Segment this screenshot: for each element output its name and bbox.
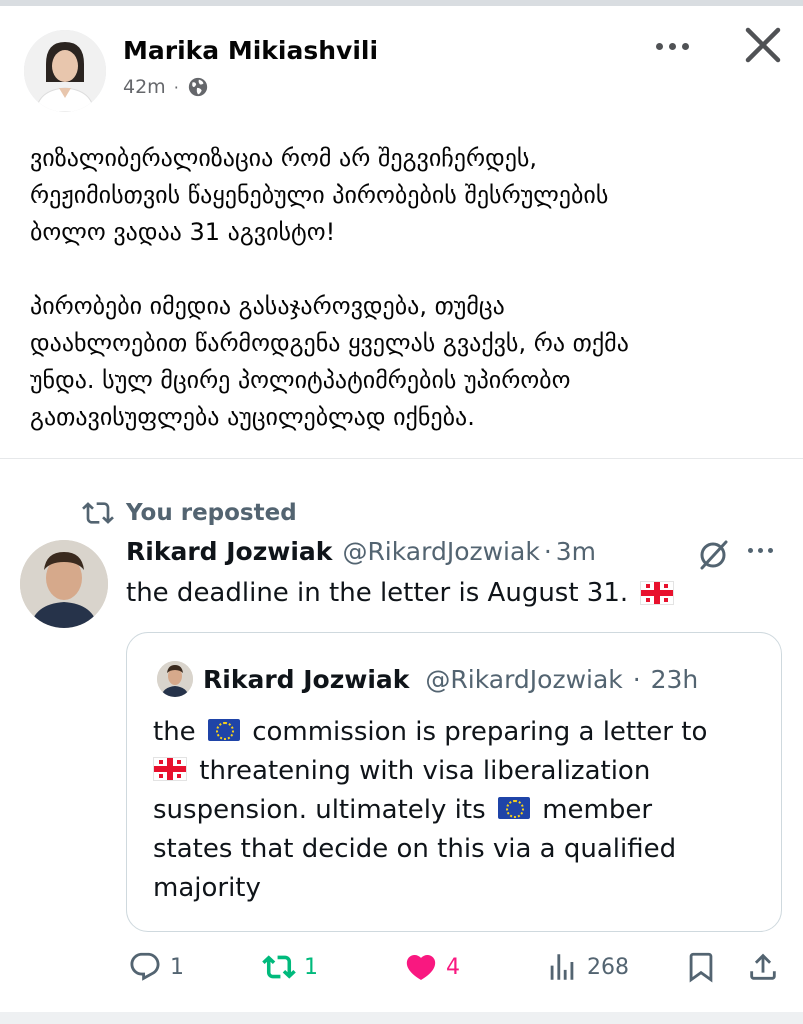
share-icon (750, 953, 776, 980)
tweet-action-bar: 1 1 4 268 (0, 942, 803, 996)
grok-icon[interactable] (696, 538, 730, 572)
top-divider (0, 0, 803, 6)
quoted-author-avatar (157, 661, 193, 697)
post-body: ვიზალიბერალიზაცია რომ არ შეგვიჩერდეს, რე… (30, 140, 775, 473)
quoted-text-segment: states that decide on this via a qualifi… (153, 834, 677, 864)
tweet-handle[interactable]: @RikardJozwiak (342, 537, 539, 566)
bookmark-icon (689, 952, 713, 983)
quoted-time: 23h (650, 665, 699, 694)
tweet-more-icon[interactable] (748, 548, 773, 553)
quoted-text-segment: threatening with visa liberalization (199, 756, 651, 786)
post-meta: 42m · (123, 76, 209, 98)
author-name[interactable]: Marika Mikiashvili (123, 36, 378, 65)
close-icon[interactable] (740, 22, 786, 68)
post-paragraph: ვიზალიბერალიზაცია რომ არ შეგვიჩერდეს, რე… (30, 144, 609, 246)
like-count: 4 (446, 954, 460, 980)
tweet-separator: · (543, 537, 552, 566)
repost-icon (82, 502, 114, 524)
bottom-divider (0, 1012, 803, 1024)
repost-button[interactable]: 1 (262, 950, 318, 984)
heart-icon (406, 954, 436, 980)
quoted-separator: · (632, 665, 641, 694)
tweet-author-name[interactable]: Rikard Jozwiak (126, 537, 332, 566)
reply-icon (130, 952, 160, 981)
tweet-header: Rikard Jozwiak @RikardJozwiak · 3m (126, 537, 596, 566)
tweet-time[interactable]: 3m (556, 537, 596, 566)
georgia-flag-icon (153, 756, 187, 781)
quoted-tweet-card[interactable]: Rikard Jozwiak @RikardJozwiak · 23h the … (126, 632, 782, 932)
quoted-text-segment: suspension. ultimately its (153, 795, 486, 825)
globe-icon (188, 77, 207, 97)
quoted-text-segment: majority (153, 873, 261, 903)
tweet-text-content: the deadline in the letter is August 31. (126, 578, 629, 608)
quoted-author-name: Rikard Jozwiak (203, 665, 410, 694)
quoted-header: Rikard Jozwiak @RikardJozwiak · 23h (203, 665, 698, 694)
post-time[interactable]: 42m (123, 76, 166, 98)
tweet-author-avatar[interactable] (20, 540, 108, 628)
eu-flag-icon (497, 796, 530, 819)
like-button[interactable]: 4 (404, 950, 460, 984)
reply-button[interactable]: 1 (128, 950, 184, 984)
author-avatar[interactable] (24, 30, 106, 112)
share-button[interactable] (746, 950, 780, 984)
quoted-text-segment: commission is preparing a letter to (252, 717, 708, 747)
meta-separator: · (173, 77, 179, 97)
repost-label: You reposted (126, 500, 297, 526)
quoted-text-segment: the (153, 717, 196, 747)
section-divider (0, 458, 803, 459)
reply-count: 1 (170, 954, 184, 980)
repost-icon (262, 955, 296, 979)
views-button[interactable]: 268 (545, 950, 629, 984)
bookmark-button[interactable] (684, 950, 718, 984)
repost-count: 1 (304, 954, 318, 980)
eu-flag-icon (207, 718, 240, 741)
quoted-text-segment: member (542, 795, 653, 825)
quoted-text: the commission is preparing a letter to … (153, 713, 763, 908)
views-count: 268 (587, 954, 629, 980)
views-icon (550, 954, 574, 980)
repost-indicator: You reposted (82, 497, 297, 529)
georgia-flag-icon (640, 581, 675, 605)
post-paragraph: პირობები იმედია გასაჯაროვდება, თუმცა დაა… (30, 292, 629, 431)
quoted-handle: @RikardJozwiak (425, 665, 623, 694)
tweet-text: the deadline in the letter is August 31. (126, 578, 675, 608)
more-options-icon[interactable] (648, 30, 696, 62)
